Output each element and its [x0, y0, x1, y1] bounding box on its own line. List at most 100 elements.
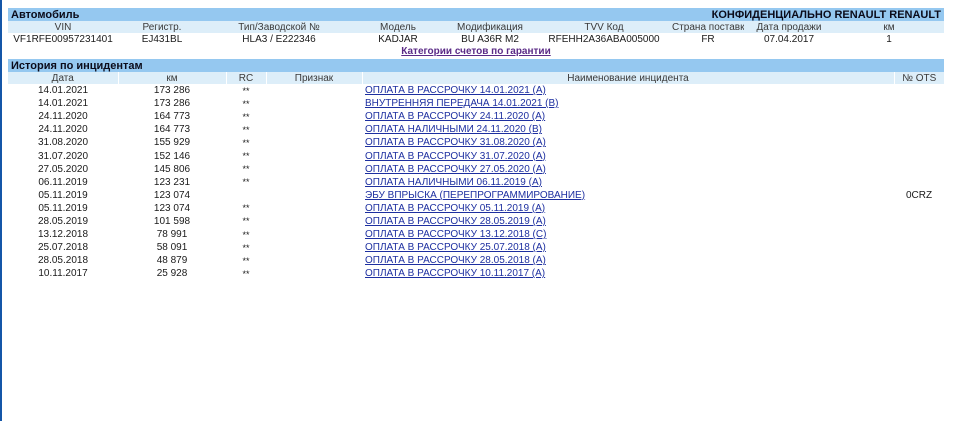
incident-km-cell: 25 928 — [156, 268, 188, 280]
incident-link[interactable]: ОПЛАТА В РАССРОЧКУ 31.08.2020 (A) — [365, 137, 546, 148]
incident-link[interactable]: ОПЛАТА В РАССРОЧКУ 13.12.2018 (C) — [365, 229, 546, 240]
incident-date-cell: 24.11.2020 — [38, 124, 88, 136]
incident-sign-cell — [266, 163, 362, 176]
incident-name-cell: ОПЛАТА НАЛИЧНЫМИ 06.11.2019 (A) — [362, 176, 894, 189]
incident-date-cell: 27.05.2020 — [37, 163, 89, 175]
incident-row: 13.12.2018 78 991 ** ОПЛАТА В РАССРОЧКУ 13.… — [8, 228, 944, 241]
incident-name-cell: ОПЛАТА В РАССРОЧКУ 28.05.2018 (A) — [362, 254, 894, 267]
warranty-categories-row: Категории счетов по гарантии — [8, 45, 944, 58]
vehicle-header-row: VIN Регистр. Тип/Заводской № Модель Моди… — [8, 21, 944, 33]
incident-link[interactable]: ЭБУ ВПРЫСКА (ПЕРЕПРОГРАММИРОВАНИЕ) — [365, 190, 585, 201]
incident-name-column-header: Наименование инцидента — [361, 72, 894, 84]
incident-link[interactable]: ВНУТРЕННЯЯ ПЕРЕДАЧА 14.01.2021 (B) — [365, 98, 559, 109]
incident-link[interactable]: ОПЛАТА В РАССРОЧКУ 31.07.2020 (A) — [365, 151, 546, 162]
incident-sign-cell — [266, 84, 362, 97]
incident-rc-cell: ** — [242, 242, 250, 253]
incident-km-cell: 173 286 — [153, 85, 191, 97]
incident-name-cell: ОПЛАТА В РАССРОЧКУ 27.05.2020 (A) — [362, 163, 894, 176]
incident-sign-cell — [266, 136, 362, 149]
incident-link[interactable]: ОПЛАТА В РАССРОЧКУ 28.05.2018 (A) — [365, 255, 546, 266]
model-header: Модель — [380, 21, 416, 33]
incident-row: 24.11.2020 164 773 ** ОПЛАТА В РАССРОЧКУ 24… — [8, 110, 944, 123]
tvv-value: RFEHH2A36ABA005000 — [548, 33, 660, 45]
incident-row: 14.01.2021 173 286 ** ОПЛАТА В РАССРОЧКУ 14… — [8, 84, 944, 97]
warranty-categories-link[interactable]: Категории счетов по гарантии — [401, 46, 550, 57]
incident-km-cell: 164 773 — [153, 124, 191, 136]
incident-ots-cell — [894, 215, 944, 228]
incident-km-cell: 123 231 — [153, 176, 191, 188]
incident-link[interactable]: ОПЛАТА В РАССРОЧКУ 14.01.2021 (A) — [365, 85, 546, 96]
window-edge — [0, 0, 2, 421]
km-column-header: км — [117, 72, 226, 84]
incident-row: 28.05.2019 101 598 ** ОПЛАТА В РАССРОЧКУ 28… — [8, 215, 944, 228]
incident-rc-cell: ** — [242, 124, 250, 135]
incident-rc-cell: ** — [242, 137, 250, 148]
incident-rc-cell: ** — [242, 203, 250, 214]
incident-date-cell: 24.11.2020 — [38, 111, 88, 123]
incident-name-cell: ОПЛАТА В РАССРОЧКУ 28.05.2019 (A) — [362, 215, 894, 228]
date-column-header: Дата — [8, 72, 118, 84]
incident-rows: 14.01.2021 173 286 ** ОПЛАТА В РАССРОЧКУ 14… — [8, 84, 944, 280]
incident-ots-cell — [894, 110, 944, 123]
incident-rc-cell: ** — [242, 151, 250, 162]
vehicle-values-row: VF1RFE00957231401 EJ431BL HLA3 / E222346… — [8, 33, 944, 45]
incident-sign-cell — [266, 189, 362, 202]
incident-rc-cell: ** — [242, 85, 250, 96]
incident-sign-cell — [266, 254, 362, 267]
incident-row: 14.01.2021 173 286 ** ВНУТРЕННЯЯ ПЕРЕДАЧА 1… — [8, 97, 944, 110]
sign-column-header: Признак — [265, 72, 362, 84]
incident-row: 05.11.2019 123 074 ** ОПЛАТА В РАССРОЧКУ 05… — [8, 202, 944, 215]
incident-link[interactable]: ОПЛАТА НАЛИЧНЫМИ 06.11.2019 (A) — [365, 177, 542, 188]
incident-link[interactable]: ОПЛАТА В РАССРОЧКУ 27.05.2020 (A) — [365, 164, 546, 175]
incident-ots-cell — [894, 267, 944, 280]
incident-ots-cell — [894, 136, 944, 149]
incident-km-cell: 123 074 — [153, 202, 191, 214]
country-header: Страна поставки — [672, 21, 744, 33]
incident-ots-cell — [894, 163, 944, 176]
history-section-bar: История по инцидентам — [8, 59, 944, 72]
incident-ots-cell: 0CRZ — [905, 189, 933, 201]
incident-link[interactable]: ОПЛАТА В РАССРОЧКУ 25.07.2018 (A) — [365, 242, 546, 253]
country-value: FR — [701, 33, 715, 45]
incident-name-cell: ЭБУ ВПРЫСКА (ПЕРЕПРОГРАММИРОВАНИЕ) — [362, 189, 894, 202]
incident-link[interactable]: ОПЛАТА В РАССРОЧКУ 24.11.2020 (A) — [365, 111, 545, 122]
incident-link[interactable]: ОПЛАТА НАЛИЧНЫМИ 24.11.2020 (B) — [365, 124, 542, 135]
incident-row: 24.11.2020 164 773 ** ОПЛАТА НАЛИЧНЫМИ 24.1… — [8, 123, 944, 136]
incident-link[interactable]: ОПЛАТА В РАССРОЧКУ 05.11.2019 (A) — [365, 203, 545, 214]
reg-value: EJ431BL — [141, 33, 183, 45]
incident-rc-cell: ** — [242, 177, 250, 188]
incident-name-cell: ОПЛАТА В РАССРОЧКУ 10.11.2017 (A) — [362, 267, 894, 280]
incident-ots-cell — [894, 241, 944, 254]
sale-date-value: 07.04.2017 — [763, 33, 815, 45]
incident-sign-cell — [266, 149, 362, 162]
incident-name-cell: ОПЛАТА В РАССРОЧКУ 31.08.2020 (A) — [362, 136, 894, 149]
vin-header: VIN — [54, 21, 72, 33]
incident-rc-cell: ** — [242, 255, 250, 266]
incident-row: 28.05.2018 48 879 ** ОПЛАТА В РАССРОЧКУ 28.… — [8, 254, 944, 267]
incident-km-cell: 173 286 — [153, 98, 191, 110]
incident-sign-cell — [266, 97, 362, 110]
incident-ots-cell — [894, 123, 944, 136]
incident-sign-cell — [266, 110, 362, 123]
incident-sign-cell — [266, 176, 362, 189]
incident-rc-cell: ** — [242, 268, 250, 279]
incident-link[interactable]: ОПЛАТА В РАССРОЧКУ 28.05.2019 (A) — [365, 216, 546, 227]
incident-link[interactable]: ОПЛАТА В РАССРОЧКУ 10.11.2017 (A) — [365, 268, 545, 279]
incident-rc-cell: ** — [242, 229, 250, 240]
incident-name-cell: ОПЛАТА В РАССРОЧКУ 14.01.2021 (A) — [362, 84, 894, 97]
incident-rc-cell: ** — [242, 164, 250, 175]
incident-ots-cell — [894, 97, 944, 110]
type-header: Тип/Заводской № — [238, 21, 320, 33]
incident-date-cell: 28.05.2018 — [37, 255, 89, 267]
incident-km-cell: 78 991 — [156, 229, 188, 241]
incident-date-cell: 05.11.2019 — [38, 189, 88, 201]
confidential-label: КОНФИДЕНЦИАЛЬНО RENAULT RENAULT — [711, 8, 941, 21]
incident-header-row: Дата км RC Признак Наименование инцидент… — [8, 72, 944, 84]
incident-ots-cell — [894, 254, 944, 267]
incident-km-cell: 48 879 — [156, 255, 188, 267]
incident-row: 25.07.2018 58 091 ** ОПЛАТА В РАССРОЧКУ 25.… — [8, 241, 944, 254]
incident-sign-cell — [266, 202, 362, 215]
km-header: км — [883, 21, 895, 33]
incident-km-cell: 145 806 — [153, 163, 191, 175]
incident-sign-cell — [266, 215, 362, 228]
